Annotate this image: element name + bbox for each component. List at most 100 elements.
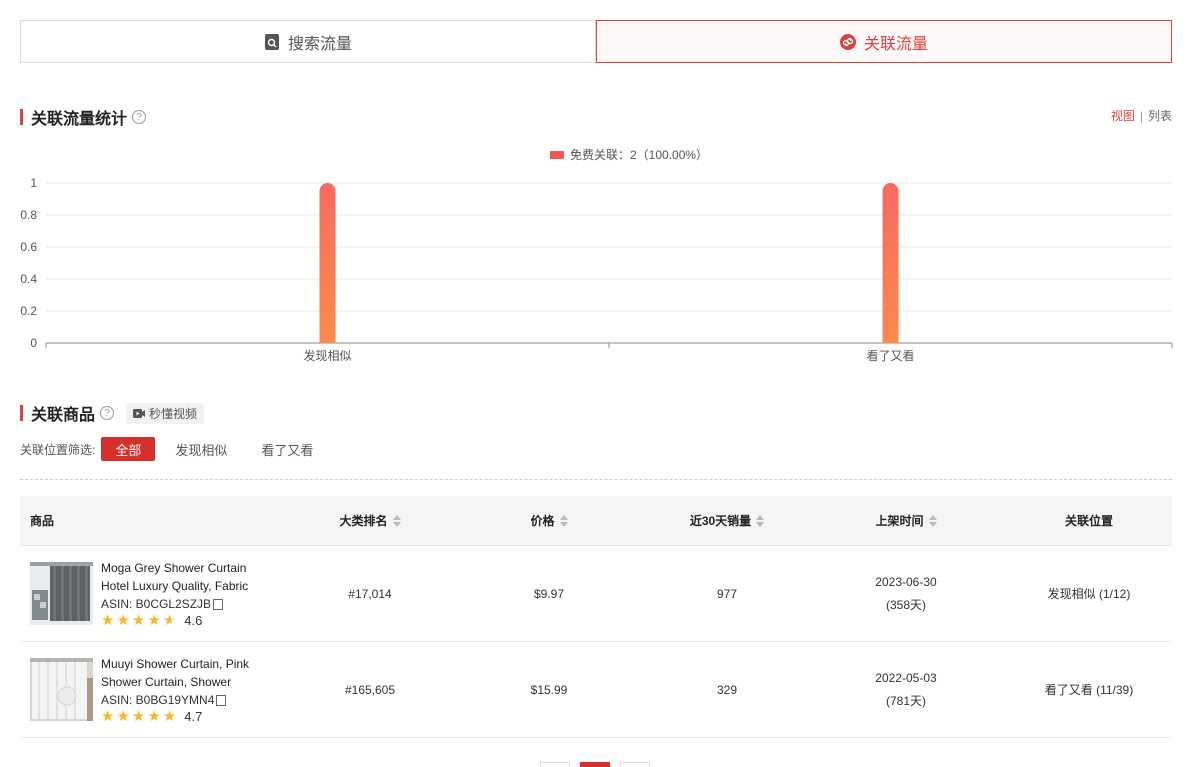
related-traffic-chart: 0 0.2 0.4 0.6 0.8 1 发现相似 看了又看 免费关联：2（100.00%）	[20, 147, 1173, 363]
rating-value: 4.6	[184, 613, 203, 628]
traffic-tabs: 搜索流量 关联流量	[20, 20, 1172, 63]
help-icon[interactable]: ?	[100, 406, 115, 420]
star-icon: ★	[116, 612, 130, 629]
view-chart-toggle[interactable]: 视图	[1111, 109, 1135, 123]
col-product: 商品	[20, 512, 290, 529]
product-thumbnail[interactable]	[30, 562, 93, 625]
product-info: Moga Grey Shower Curtain Hotel Luxury Qu…	[101, 559, 271, 628]
listed-date: 2023-06-30	[875, 574, 937, 589]
position-filter: 关联位置筛选: 全部 发现相似 看了又看	[20, 437, 327, 461]
filter-option-similar[interactable]: 发现相似	[161, 437, 241, 461]
divider	[20, 479, 1172, 480]
y-tick-label: 0.4	[20, 272, 37, 286]
sort-icon[interactable]	[928, 514, 937, 527]
star-icon: ★	[147, 612, 161, 629]
copy-icon[interactable]	[213, 598, 224, 610]
rank-cell: #165,605	[344, 682, 396, 697]
view-switch: 视图 | 列表	[1111, 107, 1172, 124]
y-tick-label: 0.2	[20, 304, 37, 318]
col-sales-label: 近30天销量	[689, 514, 752, 528]
page-next-button[interactable]	[620, 762, 650, 767]
rating: ★ ★ ★ ★ ★ 4.6	[101, 613, 271, 628]
star-icon: ★	[131, 708, 146, 725]
position-cell: 看了又看 (11/39)	[1044, 683, 1134, 697]
rating: ★ ★ ★ ★ ★ 4.7	[101, 709, 271, 724]
related-products-table: 商品 大类排名 价格 近30天销量 上架时间 关联位置 Moga Grey Sh…	[20, 496, 1172, 738]
product-asin: ASIN: B0CGL2SZJB	[101, 597, 271, 611]
filter-option-all[interactable]: 全部	[101, 437, 156, 461]
sales-cell: 977	[716, 586, 738, 601]
view-list-toggle[interactable]: 列表	[1148, 109, 1172, 123]
col-sales[interactable]: 近30天销量	[648, 512, 806, 529]
rank-cell: #17,014	[348, 586, 392, 601]
table-header: 商品 大类排名 价格 近30天销量 上架时间 关联位置	[20, 496, 1172, 546]
col-rank-label: 大类排名	[339, 514, 388, 528]
filter-option-also-viewed[interactable]: 看了又看	[247, 437, 327, 461]
product-info: Muuyi Shower Curtain, Pink Shower Curtai…	[101, 655, 271, 724]
tab-related-traffic[interactable]: 关联流量	[596, 20, 1172, 63]
listed-date: 2022-05-03	[875, 670, 937, 685]
stats-section-header: 关联流量统计 ?	[20, 105, 147, 129]
search-doc-icon	[264, 33, 279, 50]
legend-label: 免费关联：2（100.00%）	[570, 147, 708, 162]
col-position-label: 关联位置	[1064, 514, 1113, 528]
x-tick-label: 发现相似	[303, 348, 351, 363]
sort-icon[interactable]	[392, 514, 401, 527]
star-icon: ★	[101, 612, 115, 629]
bar-base	[319, 333, 336, 343]
table-row: Muuyi Shower Curtain, Pink Shower Curtai…	[20, 642, 1172, 738]
col-rank[interactable]: 大类排名	[290, 512, 450, 529]
video-button-label: 秒懂视频	[149, 406, 198, 421]
bar-base	[882, 333, 899, 343]
star-icon: ★	[131, 612, 146, 629]
col-listed[interactable]: 上架时间	[806, 512, 1006, 529]
page-current-button[interactable]	[580, 762, 610, 767]
y-tick-label: 0.6	[20, 240, 37, 254]
star-icon: ★	[162, 708, 177, 725]
col-position: 关联位置	[1006, 512, 1172, 529]
listed-days: (358天)	[885, 597, 926, 612]
product-title[interactable]: Muuyi Shower Curtain, Pink Shower Curtai…	[101, 655, 271, 691]
legend-swatch	[550, 151, 564, 159]
asin-text: ASIN: B0BG19YMN4	[101, 693, 215, 707]
page-prev-button[interactable]	[540, 762, 570, 767]
sales-cell: 329	[716, 682, 738, 697]
sort-icon[interactable]	[559, 514, 568, 527]
table-row: Moga Grey Shower Curtain Hotel Luxury Qu…	[20, 546, 1172, 642]
bar	[882, 183, 899, 343]
section-marker	[20, 109, 23, 125]
y-tick-label: 0	[30, 336, 37, 350]
filter-label: 关联位置筛选:	[20, 442, 96, 457]
listed-days: (781天)	[885, 693, 926, 708]
products-section-header: 关联商品 ? 秒懂视频	[20, 401, 205, 425]
product-thumbnail[interactable]	[30, 658, 93, 721]
col-product-label: 商品	[30, 514, 55, 528]
x-tick-label: 看了又看	[866, 349, 914, 363]
sort-icon[interactable]	[756, 514, 765, 527]
price-cell: $9.97	[533, 586, 565, 601]
listed-cell: 2023-06-30 (358天)	[806, 571, 1006, 617]
help-icon[interactable]: ?	[132, 110, 147, 124]
price-cell: $15.99	[530, 682, 568, 697]
product-asin: ASIN: B0BG19YMN4	[101, 693, 271, 707]
half-star-icon: ★	[162, 612, 177, 629]
col-listed-label: 上架时间	[875, 514, 924, 528]
bar	[319, 183, 336, 343]
star-icon: ★	[147, 708, 161, 725]
view-separator: |	[1139, 109, 1143, 123]
asin-text: ASIN: B0CGL2SZJB	[101, 597, 212, 611]
copy-icon[interactable]	[216, 694, 227, 706]
stats-section-title: 关联流量统计	[31, 111, 128, 128]
col-price[interactable]: 价格	[450, 512, 648, 529]
star-icon: ★	[116, 708, 130, 725]
pagination	[540, 762, 650, 767]
link-icon	[839, 33, 856, 50]
product-title[interactable]: Moga Grey Shower Curtain Hotel Luxury Qu…	[101, 559, 271, 595]
tab-search-traffic[interactable]: 搜索流量	[20, 20, 596, 63]
star-icon: ★	[101, 708, 115, 725]
col-price-label: 价格	[530, 514, 555, 528]
tab-related-traffic-label: 关联流量	[863, 35, 928, 53]
product-cell: Moga Grey Shower Curtain Hotel Luxury Qu…	[20, 559, 290, 628]
video-button[interactable]: 秒懂视频	[126, 402, 205, 424]
tab-search-traffic-label: 搜索流量	[287, 35, 352, 53]
